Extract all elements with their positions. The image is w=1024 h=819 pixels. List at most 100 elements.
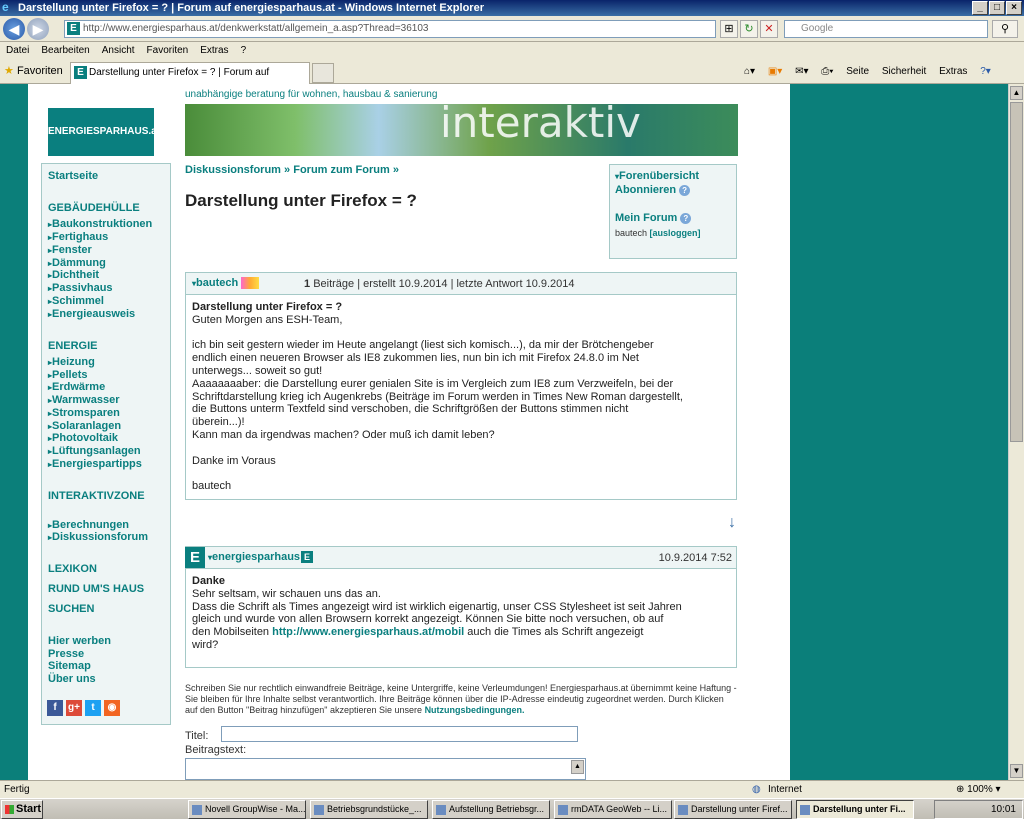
- status-bar: Fertig ◍ Internet ⊕ 100% ▾: [0, 780, 1024, 798]
- scroll-down-icon[interactable]: ▼: [1010, 764, 1023, 778]
- sidebar-rund[interactable]: RUND UM'S HAUS: [48, 583, 144, 595]
- tab-active[interactable]: E Darstellung unter Firefox = ? | Forum …: [70, 62, 310, 98]
- compat-icon[interactable]: ⊞: [720, 20, 738, 38]
- menu-ansicht[interactable]: Ansicht: [102, 45, 135, 56]
- favorites-button[interactable]: ★ Favoriten: [4, 64, 63, 77]
- sidebar-item[interactable]: Schimmel: [48, 295, 104, 307]
- text-input[interactable]: ▲: [185, 758, 586, 780]
- sidebar-link[interactable]: Sitemap: [48, 660, 91, 672]
- menu-seite[interactable]: Seite: [846, 66, 869, 77]
- print-icon[interactable]: ⎙▾: [821, 66, 833, 77]
- post-author[interactable]: ▾bautech: [192, 277, 260, 290]
- sidebar-link[interactable]: Presse: [48, 648, 84, 660]
- breadcrumb-subforum[interactable]: Forum zum Forum: [293, 164, 390, 176]
- sidebar-suchen[interactable]: SUCHEN: [48, 603, 94, 615]
- sidebar-item[interactable]: Dämmung: [48, 257, 106, 269]
- taskbar-item-active[interactable]: Darstellung unter Fi...: [796, 800, 914, 819]
- search-input[interactable]: Google: [784, 20, 988, 38]
- forward-button[interactable]: ▶: [27, 18, 49, 40]
- menu-sicherheit[interactable]: Sicherheit: [882, 66, 926, 77]
- rss-icon[interactable]: ▣▾: [768, 66, 782, 77]
- mobile-link[interactable]: http://www.energiesparhaus.at/mobil: [272, 626, 464, 638]
- sidebar-item[interactable]: Erdwärme: [48, 381, 105, 393]
- taskbar-item[interactable]: Darstellung unter Firef...: [674, 800, 792, 819]
- post-meta: 1 Beiträge | erstellt 10.9.2014 | letzte…: [304, 278, 575, 290]
- minimize-button[interactable]: _: [972, 1, 988, 15]
- menu-datei[interactable]: Datei: [6, 45, 29, 56]
- twitter-icon[interactable]: t: [85, 700, 101, 716]
- banner-word: interaktiv: [440, 104, 641, 147]
- sidebar-item[interactable]: Warmwasser: [48, 394, 119, 406]
- sidebar-item[interactable]: Diskussionsforum: [48, 531, 148, 543]
- header-banner: interaktiv: [185, 104, 738, 156]
- sidebar-link[interactable]: Hier werben: [48, 635, 111, 647]
- post-body: Danke Sehr seltsam, wir schauen uns das …: [192, 575, 682, 651]
- refresh-icon[interactable]: ↻: [740, 20, 758, 38]
- energiesparhaus-small-icon: E: [301, 551, 314, 563]
- sidebar-item[interactable]: Energieausweis: [48, 308, 135, 320]
- search-icon[interactable]: ⚲: [992, 20, 1018, 38]
- stop-icon[interactable]: ✕: [760, 20, 778, 38]
- subscribe-link[interactable]: Abonnieren?: [615, 184, 691, 196]
- sidebar-item[interactable]: Photovoltaik: [48, 432, 118, 444]
- scroll-up-icon[interactable]: ▲: [571, 760, 584, 774]
- sidebar-item[interactable]: Passivhaus: [48, 282, 113, 294]
- terms-link[interactable]: Nutzungsbedingungen.: [425, 705, 525, 715]
- home-icon[interactable]: ⌂▾: [744, 66, 755, 77]
- taskbar-item[interactable]: Betriebsgrundstücke_...: [310, 800, 428, 819]
- sidebar-lexikon[interactable]: LEXIKON: [48, 563, 97, 575]
- my-forum-link[interactable]: Mein Forum?: [615, 212, 692, 224]
- menu-favoriten[interactable]: Favoriten: [147, 45, 189, 56]
- menu-extras-cmd[interactable]: Extras: [939, 66, 967, 77]
- forum-overview-link[interactable]: ▾Forenübersicht: [615, 170, 699, 182]
- zoom-level[interactable]: ⊕ 100% ▾: [956, 781, 1001, 798]
- star-icon: ★: [4, 65, 14, 77]
- address-input[interactable]: E http://www.energiesparhaus.at/denkwerk…: [64, 20, 716, 38]
- sidebar-header-energie[interactable]: ENERGIE: [48, 340, 98, 352]
- sidebar-header-gebaeude[interactable]: GEBÄUDEHÜLLE: [48, 202, 140, 214]
- new-tab-button[interactable]: [312, 63, 334, 83]
- sidebar-item[interactable]: Solaranlagen: [48, 420, 121, 432]
- page-scrollbar[interactable]: ▲ ▼: [1008, 84, 1024, 780]
- mail-icon[interactable]: ✉▾: [795, 66, 808, 77]
- rss-feed-icon[interactable]: ◉: [104, 700, 120, 716]
- sidebar-header-interaktiv[interactable]: INTERAKTIVZONE: [48, 490, 145, 502]
- help-icon[interactable]: ?▾: [980, 66, 991, 77]
- start-button[interactable]: Start: [1, 800, 43, 819]
- menu-bearbeiten[interactable]: Bearbeiten: [41, 45, 89, 56]
- scroll-thumb[interactable]: [1010, 102, 1023, 442]
- sidebar-item[interactable]: Baukonstruktionen: [48, 218, 152, 230]
- taskbar-item[interactable]: Aufstellung Betriebsgr...: [432, 800, 550, 819]
- sidebar-item[interactable]: Fenster: [48, 244, 92, 256]
- taskbar-item[interactable]: rmDATA GeoWeb -- Li...: [554, 800, 672, 819]
- zoom-icon: ⊕: [956, 784, 965, 795]
- post-subject: Darstellung unter Firefox = ?: [192, 301, 343, 313]
- sidebar-item[interactable]: Heizung: [48, 356, 95, 368]
- post-author[interactable]: ▾energiesparhaus E: [208, 551, 314, 563]
- facebook-icon[interactable]: f: [47, 700, 63, 716]
- site-logo[interactable]: ENERGIESPARHAUS.at: [48, 108, 160, 156]
- taskbar-item[interactable]: Novell GroupWise - Ma...: [188, 800, 306, 819]
- menu-extras[interactable]: Extras: [200, 45, 228, 56]
- title-input[interactable]: [221, 726, 578, 742]
- sidebar-link[interactable]: Über uns: [48, 673, 96, 685]
- help-icon: ?: [679, 185, 691, 196]
- sidebar-item[interactable]: Lüftungsanlagen: [48, 445, 141, 457]
- scroll-up-icon[interactable]: ▲: [1010, 86, 1023, 100]
- menu-help[interactable]: ?: [241, 45, 247, 56]
- arrow-down-icon[interactable]: ↓: [728, 514, 736, 532]
- logout-link[interactable]: [ausloggen]: [650, 228, 701, 238]
- sidebar-startseite[interactable]: Startseite: [48, 170, 98, 182]
- sidebar-item[interactable]: Fertighaus: [48, 231, 108, 243]
- sidebar-item[interactable]: Dichtheit: [48, 269, 99, 281]
- breadcrumb-forum[interactable]: Diskussionsforum: [185, 164, 281, 176]
- sidebar-item[interactable]: Stromsparen: [48, 407, 120, 419]
- close-button[interactable]: ×: [1006, 1, 1022, 15]
- social-icons: f g+ t ◉: [47, 700, 123, 716]
- back-button[interactable]: ◀: [3, 18, 25, 40]
- sidebar-item[interactable]: Berechnungen: [48, 519, 129, 531]
- sidebar-item[interactable]: Energiespartipps: [48, 458, 142, 470]
- maximize-button[interactable]: □: [989, 1, 1005, 15]
- sidebar-item[interactable]: Pellets: [48, 369, 87, 381]
- googleplus-icon[interactable]: g+: [66, 700, 82, 716]
